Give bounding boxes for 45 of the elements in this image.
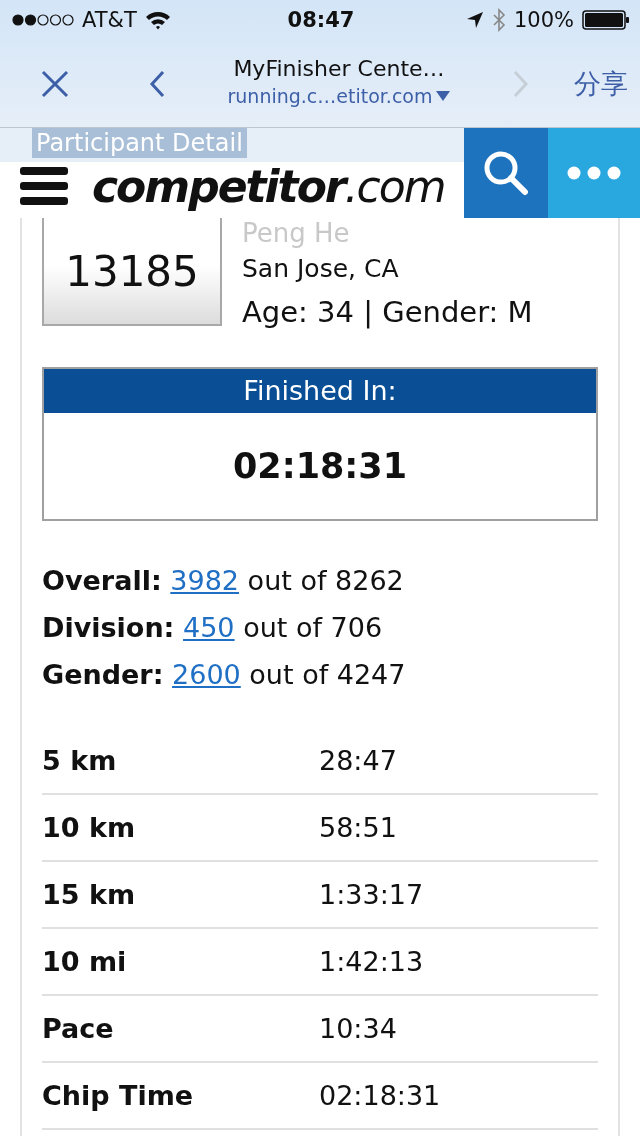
finish-label: Finished In: (44, 369, 596, 413)
split-time: 02:18:31 (319, 1080, 441, 1111)
more-button[interactable] (548, 128, 640, 218)
split-label: Chip Time (42, 1080, 195, 1111)
battery-icon (582, 10, 630, 30)
battery-percent: 100% (513, 8, 574, 32)
url-dropdown[interactable]: running.c…etitor.com (227, 85, 451, 107)
rank-link[interactable]: 2600 (172, 659, 241, 690)
split-time: 1:33:17 (319, 879, 424, 910)
bluetooth-icon (491, 8, 506, 32)
dropdown-triangle-icon (436, 91, 451, 101)
share-button[interactable]: 分享 (574, 65, 628, 102)
bib-number: 13185 (42, 218, 222, 326)
rank-link[interactable]: 3982 (170, 565, 240, 596)
carrier-name: AT&T (82, 8, 137, 32)
split-time: 1:42:13 (319, 946, 424, 977)
participant-location: San Jose, CA (242, 254, 400, 283)
ranking-line: Gender: 2600 out of 4247 (42, 659, 407, 690)
split-time: 10:34 (319, 1013, 397, 1044)
split-time: 58:51 (319, 812, 397, 843)
page-title: MyFinisher Cente… (233, 56, 445, 81)
split-time: 28:47 (319, 745, 397, 776)
wifi-icon (144, 10, 171, 30)
ranking-line: Division: 450 out of 706 (42, 612, 384, 643)
signal-icon (12, 14, 74, 26)
finish-time: 02:18:31 (231, 445, 409, 488)
menu-icon (20, 167, 68, 205)
chevron-left-icon (148, 68, 166, 99)
rank-link[interactable]: 450 (183, 612, 235, 643)
chevron-right-icon (512, 68, 530, 99)
split-label: 10 km (42, 812, 137, 843)
split-label: 5 km (42, 745, 118, 776)
location-arrow-icon (465, 11, 484, 29)
split-label: 15 km (42, 879, 137, 910)
more-icon (567, 166, 621, 180)
ranking-line: Overall: 3982 out of 8262 (42, 565, 405, 596)
participant-details: Age: 34 | Gender: M (242, 295, 533, 329)
search-button[interactable] (464, 128, 548, 218)
split-label: 10 mi (42, 946, 128, 977)
clock-time: 08:47 (287, 8, 355, 32)
menu-button[interactable] (20, 167, 68, 205)
split-label: Pace (42, 1013, 115, 1044)
section-title: Participant Detail (32, 128, 247, 158)
search-icon (483, 150, 529, 196)
close-icon (40, 68, 70, 99)
